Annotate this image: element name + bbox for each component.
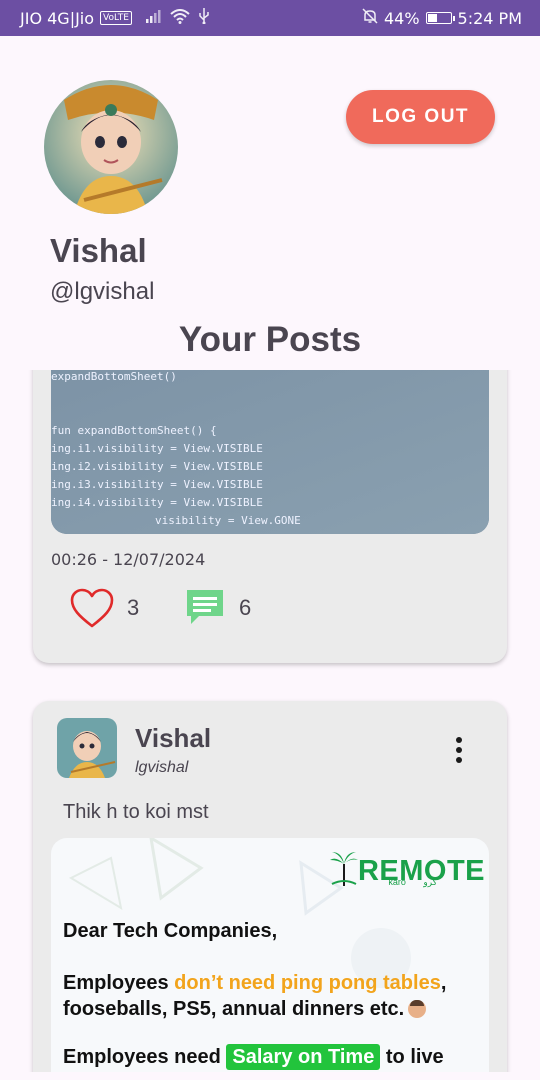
code-line: fun expandBottomSheet() { (51, 424, 217, 437)
volte-badge: VoLTE (100, 11, 132, 25)
post-card[interactable]: expandBottomSheet() fun expandBottomShee… (33, 370, 507, 663)
like-count: 3 (127, 595, 140, 620)
promo-text: fooseballs, PS5, annual dinners etc. (63, 998, 405, 1020)
brand-sub-latin: karo (388, 877, 406, 887)
battery-percent: 44% (383, 8, 420, 28)
status-bar: JIO 4G|Jio VoLTE 44% 5:24 PM (0, 0, 540, 36)
post-image[interactable]: REMOTE karo کرو Dear Tech Companies, Emp… (51, 838, 489, 1072)
post-text: Thik h to koi mst (63, 801, 209, 823)
promo-text: Employees need (63, 1046, 227, 1068)
signal-icon (146, 9, 162, 27)
brand-subtitle: karo کرو (388, 877, 437, 888)
bell-off-icon (362, 8, 378, 28)
code-line: ing.i3.visibility = View.VISIBLE (51, 478, 263, 491)
clock: 5:24 PM (457, 8, 522, 28)
promo-line-4: Employees need Salary on Time to live (63, 1044, 444, 1070)
heart-outline-icon[interactable] (69, 587, 115, 629)
comment-icon[interactable] (185, 588, 225, 628)
usb-icon (198, 8, 210, 28)
post-timestamp: 00:26 - 12/07/2024 (51, 550, 206, 569)
code-line: ing.i4.visibility = View.VISIBLE (51, 496, 263, 509)
salary-badge: Salary on Time (226, 1044, 381, 1070)
code-line: expandBottomSheet() (51, 370, 177, 383)
person-facepalm-icon (408, 1000, 427, 1018)
code-line: ing.i1.visibility = View.VISIBLE (51, 442, 263, 455)
section-title: Your Posts (178, 320, 362, 359)
promo-text: to live (380, 1046, 444, 1068)
profile-avatar[interactable] (44, 80, 178, 214)
post-image[interactable]: expandBottomSheet() fun expandBottomShee… (51, 370, 489, 534)
author-name: Vishal (135, 723, 212, 753)
promo-highlight: don’t need ping pong tables (174, 972, 441, 994)
carrier-label: JIO 4G|Jio (20, 8, 95, 28)
profile-handle: @lgvishal (50, 278, 155, 305)
promo-greeting: Dear Tech Companies, (63, 920, 278, 942)
comment-count: 6 (239, 595, 252, 620)
more-vertical-icon[interactable] (449, 735, 469, 765)
code-line: ing.i2.visibility = View.VISIBLE (51, 460, 263, 473)
posts-feed[interactable]: expandBottomSheet() fun expandBottomShee… (0, 370, 540, 1072)
brand-sub-urdu: کرو (423, 877, 437, 887)
promo-text: Employees (63, 972, 175, 994)
logout-button[interactable]: LOG OUT (346, 90, 495, 144)
author-handle: lgvishal (135, 759, 189, 776)
promo-text: , (440, 972, 447, 994)
profile-name: Vishal (50, 232, 147, 269)
post-card[interactable]: Vishal lgvishal Thik h to koi mst REMOTE… (33, 701, 507, 1072)
battery-icon (425, 12, 455, 24)
wifi-icon (170, 8, 190, 28)
code-line: visibility = View.GONE (155, 514, 301, 527)
promo-line-3: fooseballs, PS5, annual dinners etc. (63, 998, 427, 1021)
promo-line-2: Employees don’t need ping pong tables, (63, 972, 446, 995)
author-avatar[interactable] (57, 718, 117, 778)
